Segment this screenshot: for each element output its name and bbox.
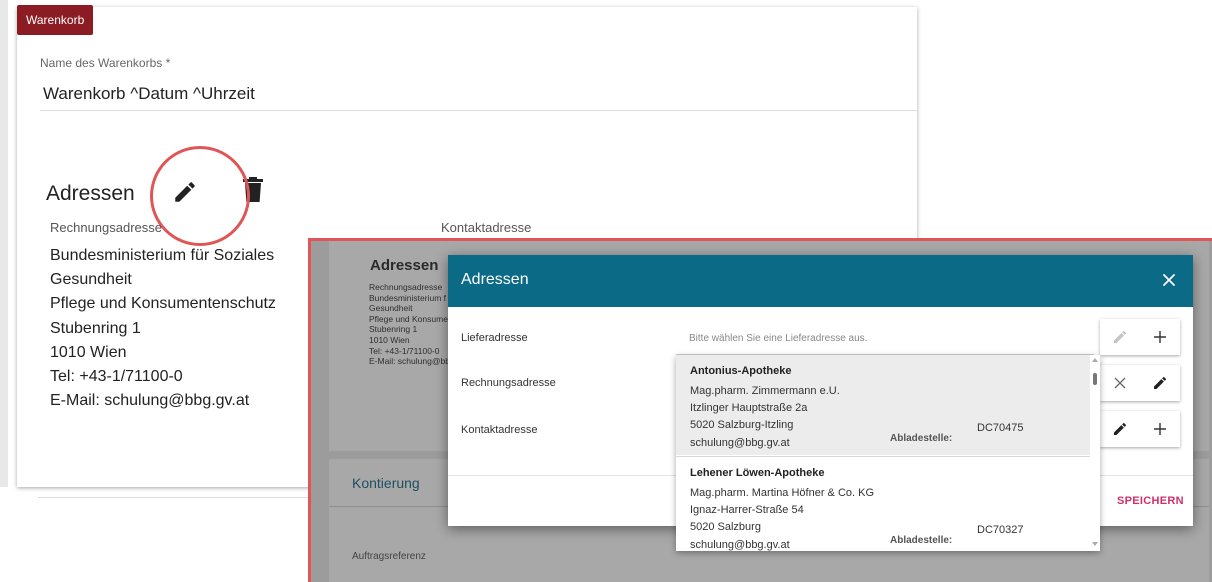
list-item-name: Lehener Löwen-Apotheke [690, 467, 825, 479]
dropdown-scrollbar[interactable] [1090, 355, 1100, 551]
close-icon [1163, 274, 1175, 286]
addresses-title: Adressen [46, 182, 135, 205]
edit-lieferadresse-button[interactable] [1100, 319, 1140, 355]
scroll-down-arrow-icon[interactable] [1092, 542, 1098, 546]
billing-address-label: Rechnungsadresse [50, 220, 163, 235]
basket-name-label: Name des Warenkorbs * [40, 56, 171, 70]
list-item-code: DC70327 [977, 524, 1024, 536]
list-item-ablade-label: Abladestelle: [890, 535, 953, 546]
highlight-circle [150, 146, 250, 246]
lieferadresse-actions [1100, 319, 1180, 355]
kontaktadresse-actions [1100, 411, 1180, 447]
lieferadresse-label: Lieferadresse [461, 332, 528, 344]
contact-address-label: Kontaktadresse [441, 220, 532, 235]
inset-addresses-title: Adressen [370, 257, 439, 274]
lieferadresse-placeholder: Bitte wählen Sie eine Lieferadresse aus. [689, 333, 868, 344]
scroll-thumb[interactable] [1093, 373, 1097, 385]
lieferadresse-select[interactable]: Bitte wählen Sie eine Lieferadresse aus. [676, 321, 1094, 355]
billing-address-text: Bundesministerium für Soziales Gesundhei… [50, 247, 276, 410]
rechnungsadresse-actions [1100, 365, 1180, 401]
pencil-icon [1114, 422, 1127, 435]
add-kontaktadresse-button[interactable] [1140, 411, 1180, 447]
edit-kontaktadresse-button[interactable] [1100, 411, 1140, 447]
basket-tag: Warenkorb [17, 5, 94, 35]
clear-rechnungsadresse-button[interactable] [1100, 365, 1140, 401]
pencil-icon [1114, 330, 1127, 343]
x-icon [1114, 377, 1126, 389]
kontaktadresse-label: Kontaktadresse [461, 424, 538, 436]
kontierung-title: Kontierung [352, 475, 420, 491]
dialog-header: Adressen [448, 255, 1193, 307]
page-left-strip [0, 0, 8, 497]
plus-icon [1154, 331, 1166, 343]
list-item-ablade-label: Abladestelle: [890, 433, 953, 444]
list-item-code: DC70475 [977, 422, 1024, 434]
scroll-up-arrow-icon[interactable] [1092, 358, 1098, 362]
list-item-name: Antonius-Apotheke [690, 365, 792, 377]
list-item[interactable]: Antonius-Apotheke Mag.pharm. Zimmermann … [676, 355, 1090, 455]
list-item[interactable]: Lehener Löwen-Apotheke Mag.pharm. Martin… [676, 457, 1090, 551]
inset-address-text: Rechnungsadresse Bundesministerium f Ges… [369, 282, 450, 367]
plus-icon [1154, 423, 1166, 435]
dialog-close-button[interactable] [1161, 272, 1177, 288]
pencil-icon [1154, 376, 1167, 389]
list-item-address: Mag.pharm. Martina Höfner & Co. KG Ignaz… [690, 487, 875, 551]
rechnungsadresse-label: Rechnungsadresse [461, 377, 556, 389]
lieferadresse-dropdown: Antonius-Apotheke Mag.pharm. Zimmermann … [676, 355, 1100, 551]
divider [38, 497, 310, 498]
list-item-address: Mag.pharm. Zimmermann e.U. Itzlinger Hau… [690, 385, 840, 449]
save-button[interactable]: SPEICHERN [1117, 495, 1184, 507]
basket-name-underline [40, 110, 917, 111]
add-lieferadresse-button[interactable] [1140, 319, 1180, 355]
basket-name-input[interactable]: Warenkorb ^Datum ^Uhrzeit [43, 84, 255, 104]
edit-rechnungsadresse-button[interactable] [1140, 365, 1180, 401]
screenshot-root: Warenkorb Name des Warenkorbs * Warenkor… [0, 0, 1212, 582]
auftragsreferenz-label: Auftragsreferenz [352, 551, 426, 562]
dialog-title: Adressen [461, 271, 529, 288]
page-bottom-area [0, 487, 310, 582]
